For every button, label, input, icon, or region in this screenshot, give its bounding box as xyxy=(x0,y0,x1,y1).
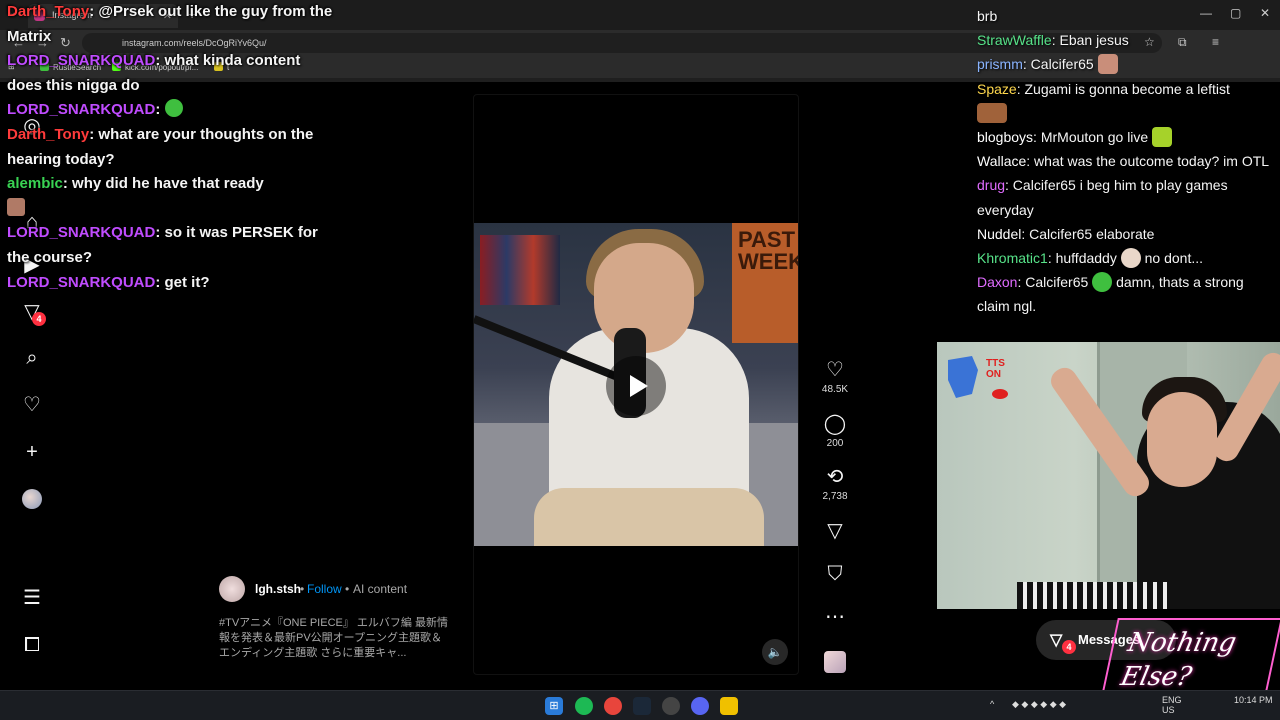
chat-message: drug: Calcifer65 i beg him to play games… xyxy=(977,177,1228,218)
mute-icon[interactable]: 🔈 xyxy=(762,639,788,665)
audio-thumbnail[interactable] xyxy=(824,651,846,673)
streamer-face-image xyxy=(1147,392,1217,487)
pepe-emote-icon xyxy=(1092,272,1113,293)
spotify-icon[interactable] xyxy=(575,697,593,715)
create-plus-icon[interactable]: + xyxy=(20,440,44,464)
like-count: 48.5K xyxy=(821,384,849,395)
bookmark-icon: ⛉ xyxy=(827,563,843,585)
file-explorer-icon[interactable] xyxy=(720,697,738,715)
chat-message: prismm: Calcifer65 xyxy=(977,52,1277,76)
post-username[interactable]: lgh.stsh xyxy=(255,582,301,596)
face-emote-icon xyxy=(1120,248,1141,269)
play-icon[interactable] xyxy=(606,356,666,416)
discord-icon[interactable] xyxy=(691,697,709,715)
search-icon[interactable]: ⌕ xyxy=(20,346,44,370)
tray-icons[interactable]: ◆ ◆ ◆ ◆ ◆ ◆ xyxy=(1012,699,1066,710)
share-icon: ▽ xyxy=(827,520,843,542)
stream-screen: ⌄ Instagram ✕ + — ▢ ✕ ← → ↻ instagram.co… xyxy=(0,0,1280,720)
face-emote-icon xyxy=(7,197,25,216)
chat-message: StrawWaffle: Eban jesus xyxy=(977,32,1129,49)
repost-icon: ⟲ xyxy=(826,466,844,488)
clock[interactable]: 10:14 PM xyxy=(1234,695,1273,705)
messenger-icon: ▽ xyxy=(1050,632,1063,649)
chat-emote-line xyxy=(977,101,1277,125)
chat-message: LORD_SNARKQUAD: what kinda content does … xyxy=(7,52,301,94)
chat-message: LORD_SNARKQUAD: so it was PERSEK for the… xyxy=(7,224,318,266)
messages-badge: 4 xyxy=(1062,640,1076,654)
chat-overlay-right: brb StrawWaffle: Eban jesus prismm: Calc… xyxy=(977,4,1277,319)
chat-message: Spaze: Zugami is gonna become a leftist xyxy=(977,80,1230,97)
piano-keyboard-image xyxy=(1017,582,1167,609)
windows-start-icon[interactable]: ⊞ xyxy=(545,697,563,715)
follow-link[interactable]: Follow xyxy=(307,582,342,596)
comment-icon: ◯ xyxy=(823,413,847,435)
chat-message: blogboys: MrMouton go live xyxy=(977,125,1277,149)
like-button[interactable]: ♡ 48.5K xyxy=(818,358,852,395)
post-caption[interactable]: #TVアニメ『ONE PIECE』 エルバフ編 最新情報を発表＆最新PV公開オー… xyxy=(219,616,449,661)
chat-message: Daxon: Calcifer65 damn, thats a strong c… xyxy=(977,272,1244,315)
notifications-heart-icon[interactable]: ♡ xyxy=(20,393,44,417)
bookshelf-image xyxy=(480,235,560,305)
chat-overlay-left: Darth_Tony: @Prsek out like the guy from… xyxy=(7,0,337,295)
also-from-meta-icon[interactable]: ⧠ xyxy=(20,633,44,657)
post-author-avatar[interactable] xyxy=(219,576,245,602)
emote-image-icon xyxy=(977,102,1007,123)
ellipsis-icon: ⋯ xyxy=(825,606,845,628)
chat-message: Wallace: what was the outcome today? im … xyxy=(977,153,1270,170)
chat-message: Khromatic1: huffdaddy no dont... xyxy=(977,248,1204,269)
post-header: lgh.stsh • Follow • AI content xyxy=(219,576,479,602)
person-legs-image xyxy=(534,488,764,546)
repost-count: 2,738 xyxy=(822,491,848,502)
save-button[interactable]: ⛉ xyxy=(818,562,852,586)
chat-status: brb xyxy=(977,8,998,24)
more-menu-icon[interactable]: ☰ xyxy=(20,586,44,610)
face-emote-icon xyxy=(1097,54,1118,75)
chat-message: alembic: why did he have that ready xyxy=(7,175,264,193)
profile-avatar[interactable] xyxy=(22,489,42,509)
chat-message: Nuddel: Calcifer65 elaborate xyxy=(977,225,1155,242)
tts-label: TTS ON xyxy=(986,358,1005,380)
comment-count: 200 xyxy=(826,438,844,449)
chat-message: Darth_Tony: @Prsek out like the guy from… xyxy=(7,3,333,45)
comment-button[interactable]: ◯ 200 xyxy=(818,412,852,449)
video-frame: PAST WEEK xyxy=(474,223,798,546)
triangle-emote-icon xyxy=(1152,127,1173,148)
chat-message: Darth_Tony: what are your thoughts on th… xyxy=(7,125,314,168)
poster-image: PAST WEEK xyxy=(732,223,798,343)
chat-message: LORD_SNARKQUAD: get it? xyxy=(7,273,210,291)
separator-dot: • xyxy=(345,582,350,596)
chrome-icon[interactable] xyxy=(604,697,622,715)
reel-video[interactable]: PAST WEEK 🔈 xyxy=(473,94,799,675)
more-options-button[interactable]: ⋯ xyxy=(818,605,852,629)
pepe-emote-icon xyxy=(164,99,183,118)
share-button[interactable]: ▽ xyxy=(818,519,852,543)
steam-icon[interactable] xyxy=(633,697,651,715)
notification-badge: 4 xyxy=(32,312,46,326)
ai-content-label: AI content xyxy=(353,582,408,596)
repost-button[interactable]: ⟲ 2,738 xyxy=(818,465,852,502)
chat-emote-line xyxy=(7,197,337,222)
tts-indicator: TTS ON xyxy=(942,350,1012,402)
taskbar: ⊞ ^ ◆ ◆ ◆ ◆ ◆ ◆ ENG US 10:14 PM xyxy=(0,690,1280,720)
tray-chevron-icon[interactable]: ^ xyxy=(990,699,994,709)
chat-message: LORD_SNARKQUAD: xyxy=(7,98,337,123)
webcam-feed: TTS ON xyxy=(937,342,1280,609)
obs-icon[interactable] xyxy=(662,697,680,715)
heart-icon: ♡ xyxy=(826,359,844,381)
input-language[interactable]: ENG US xyxy=(1162,695,1182,715)
separator-dot: • xyxy=(300,582,305,596)
